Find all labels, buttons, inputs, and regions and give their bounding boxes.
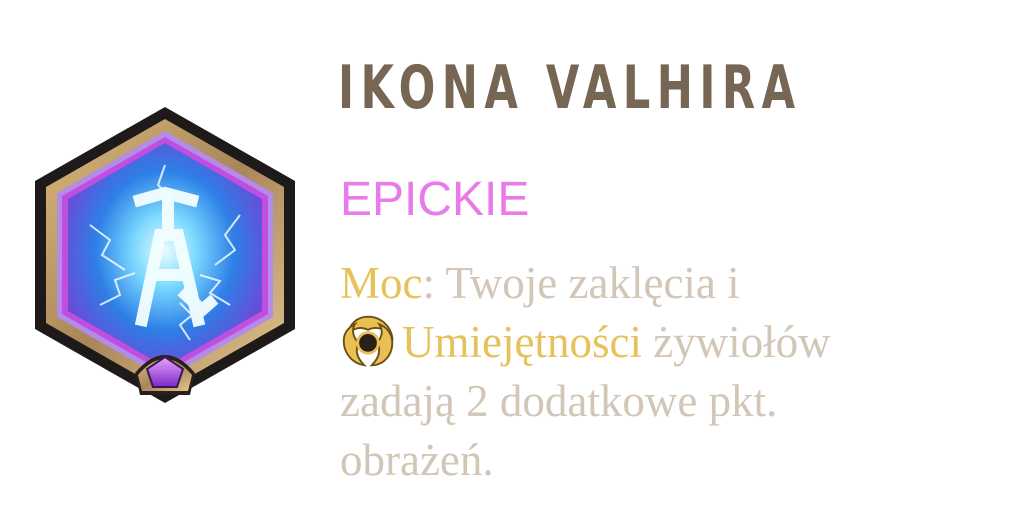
item-tooltip-card: IKONA VALHIRA EPICKIE Moc: Twoje zaklęci…: [0, 0, 1024, 512]
description-text-1: Twoje zaklęcia i: [435, 258, 740, 308]
elemental-swirl-icon: [342, 315, 394, 367]
description-line-4: obrażeń.: [340, 435, 494, 485]
item-rarity: EPICKIE: [340, 173, 530, 226]
description-line-2: Umiejętności żywiołów: [340, 313, 1000, 372]
valhir-rune-emblem-icon: [35, 107, 295, 403]
keyword-abilities: Umiejętności: [402, 317, 642, 367]
description-line-3: zadają 2 dodatkowe pkt.: [340, 376, 778, 426]
item-description: Moc: Twoje zaklęcia i Umiejętności żywio…: [340, 254, 1000, 490]
description-line-1: Moc: Twoje zaklęcia i: [340, 254, 1000, 313]
description-text-2: żywiołów: [641, 317, 831, 367]
power-label: Moc: [340, 258, 423, 308]
item-name: IKONA VALHIRA: [338, 53, 802, 123]
power-label-separator: :: [422, 258, 436, 308]
